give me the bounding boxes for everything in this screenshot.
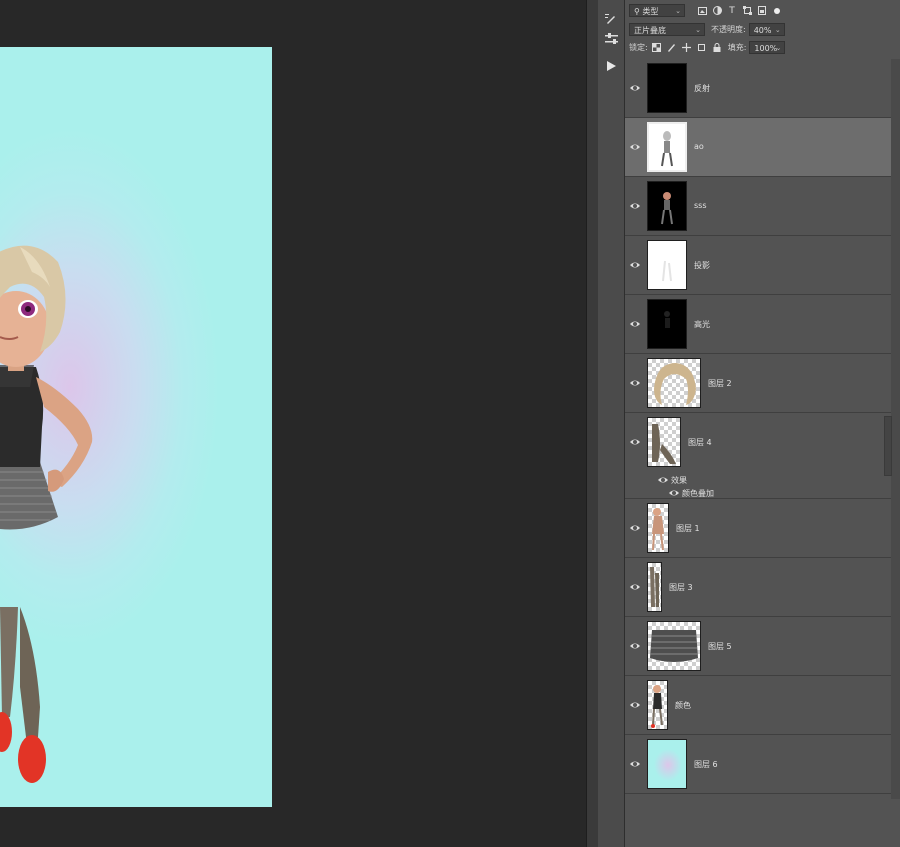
- effects-group[interactable]: 效果: [625, 473, 891, 487]
- layer-name[interactable]: 图层 2: [708, 378, 732, 389]
- layer-row[interactable]: 图层 6: [625, 735, 891, 794]
- visibility-eye-icon[interactable]: [630, 523, 640, 533]
- visibility-eye-icon[interactable]: [669, 488, 679, 498]
- layer-name[interactable]: 图层 5: [708, 641, 732, 652]
- layer-thumbnail: [647, 240, 687, 290]
- lock-transparent-pixels-icon[interactable]: [651, 42, 663, 54]
- fill-label: 填充:: [727, 43, 747, 52]
- layer-list: 反射 ao sss 投影 高光 图层 2 图层 4 效果 颜色叠加 图层 1 图…: [625, 59, 895, 799]
- layer-name[interactable]: 高光: [694, 319, 710, 330]
- layer-thumbnail: [647, 63, 687, 113]
- layer-name[interactable]: 图层 6: [694, 759, 718, 770]
- layer-thumbnail: [647, 621, 701, 671]
- fill-field[interactable]: 100% ⌄: [749, 41, 786, 54]
- layer-name[interactable]: 反射: [694, 83, 710, 94]
- layer-row[interactable]: 图层 5: [625, 617, 891, 676]
- fill-value: 100%: [754, 44, 778, 53]
- adjustment-filter-icon[interactable]: [711, 5, 723, 17]
- layer-thumbnail: [647, 299, 687, 349]
- layer-thumbnail: [647, 562, 662, 612]
- pixel-filter-icon[interactable]: [696, 5, 708, 17]
- effects-label: 效果: [671, 476, 687, 485]
- layer-name[interactable]: sss: [694, 201, 707, 210]
- adjustments-icon[interactable]: [601, 30, 621, 48]
- lock-fill-row: 锁定: 填充: 100% ⌄: [625, 38, 900, 57]
- lock-position-icon[interactable]: [681, 42, 693, 54]
- layers-panel: ⚲ 类型 ⌄ T 正片叠底 ⌄ 不透明度: 40% ⌄ 锁定: 填充: 100% ⌄: [625, 0, 900, 847]
- lock-label: 锁定:: [629, 43, 648, 52]
- lock-image-pixels-icon[interactable]: [666, 42, 678, 54]
- layer-name[interactable]: 颜色: [675, 700, 691, 711]
- canvas-area[interactable]: [0, 0, 586, 847]
- visibility-eye-icon[interactable]: [630, 201, 640, 211]
- layers-scrollbar-thumb[interactable]: [884, 416, 892, 476]
- lock-all-icon[interactable]: [711, 42, 723, 54]
- visibility-eye-icon[interactable]: [630, 142, 640, 152]
- brush-settings-icon[interactable]: [601, 10, 621, 28]
- layers-scrollbar-track[interactable]: [891, 59, 900, 799]
- character-illustration: [0, 245, 93, 783]
- layer-filter-row: ⚲ 类型 ⌄ T: [625, 1, 900, 20]
- blend-mode-dropdown[interactable]: 正片叠底 ⌄: [629, 23, 705, 36]
- layer-row[interactable]: 图层 3: [625, 558, 891, 617]
- filter-kind-label: 类型: [642, 7, 659, 16]
- shape-filter-icon[interactable]: [741, 5, 753, 17]
- layer-name[interactable]: 图层 1: [676, 523, 700, 534]
- opacity-field[interactable]: 40% ⌄: [748, 23, 785, 36]
- layer-row[interactable]: 颜色: [625, 676, 891, 735]
- document-canvas[interactable]: [0, 47, 272, 807]
- visibility-eye-icon[interactable]: [630, 759, 640, 769]
- layer-thumbnail: [647, 503, 669, 553]
- layer-thumbnail: [647, 358, 701, 408]
- layer-row[interactable]: 投影: [625, 236, 891, 295]
- layer-row[interactable]: 高光: [625, 295, 891, 354]
- layer-name[interactable]: 图层 3: [669, 582, 693, 593]
- opacity-label: 不透明度:: [711, 25, 746, 34]
- layer-row[interactable]: 图层 4 fx 效果 颜色叠加: [625, 413, 895, 500]
- layer-row[interactable]: 反射: [625, 59, 891, 118]
- visibility-eye-icon[interactable]: [630, 378, 640, 388]
- layer-row-selected[interactable]: ao: [625, 118, 891, 177]
- effect-color-overlay[interactable]: 颜色叠加: [625, 486, 891, 500]
- layer-thumbnail: [647, 122, 687, 172]
- play-actions-icon[interactable]: [601, 57, 621, 75]
- filter-toggle-icon[interactable]: [771, 5, 783, 17]
- visibility-eye-icon[interactable]: [630, 437, 640, 447]
- visibility-eye-icon[interactable]: [630, 83, 640, 93]
- filter-kind-dropdown[interactable]: ⚲ 类型 ⌄: [629, 4, 685, 17]
- layer-name[interactable]: 投影: [694, 260, 710, 271]
- collapsed-panel-strip: [598, 0, 625, 847]
- layer-name[interactable]: ao: [694, 142, 704, 151]
- blend-opacity-row: 正片叠底 ⌄ 不透明度: 40% ⌄: [625, 20, 900, 39]
- opacity-value: 40%: [753, 26, 772, 35]
- layer-row[interactable]: sss: [625, 177, 891, 236]
- visibility-eye-icon[interactable]: [630, 582, 640, 592]
- blend-mode-value: 正片叠底: [634, 26, 666, 35]
- smart-object-filter-icon[interactable]: [756, 5, 768, 17]
- visibility-eye-icon[interactable]: [630, 260, 640, 270]
- lock-artboard-icon[interactable]: [696, 42, 708, 54]
- visibility-eye-icon[interactable]: [658, 475, 668, 485]
- layer-thumbnail: [647, 417, 681, 467]
- layer-name[interactable]: 图层 4: [688, 437, 712, 448]
- layer-thumbnail: [647, 680, 668, 730]
- layer-thumbnail: [647, 181, 687, 231]
- visibility-eye-icon[interactable]: [630, 700, 640, 710]
- visibility-eye-icon[interactable]: [630, 319, 640, 329]
- effect-label: 颜色叠加: [682, 489, 714, 498]
- type-filter-icon[interactable]: T: [726, 5, 738, 17]
- visibility-eye-icon[interactable]: [630, 641, 640, 651]
- layer-thumbnail: [647, 739, 687, 789]
- layer-row[interactable]: 图层 1: [625, 499, 891, 558]
- layer-row[interactable]: 图层 2: [625, 354, 891, 413]
